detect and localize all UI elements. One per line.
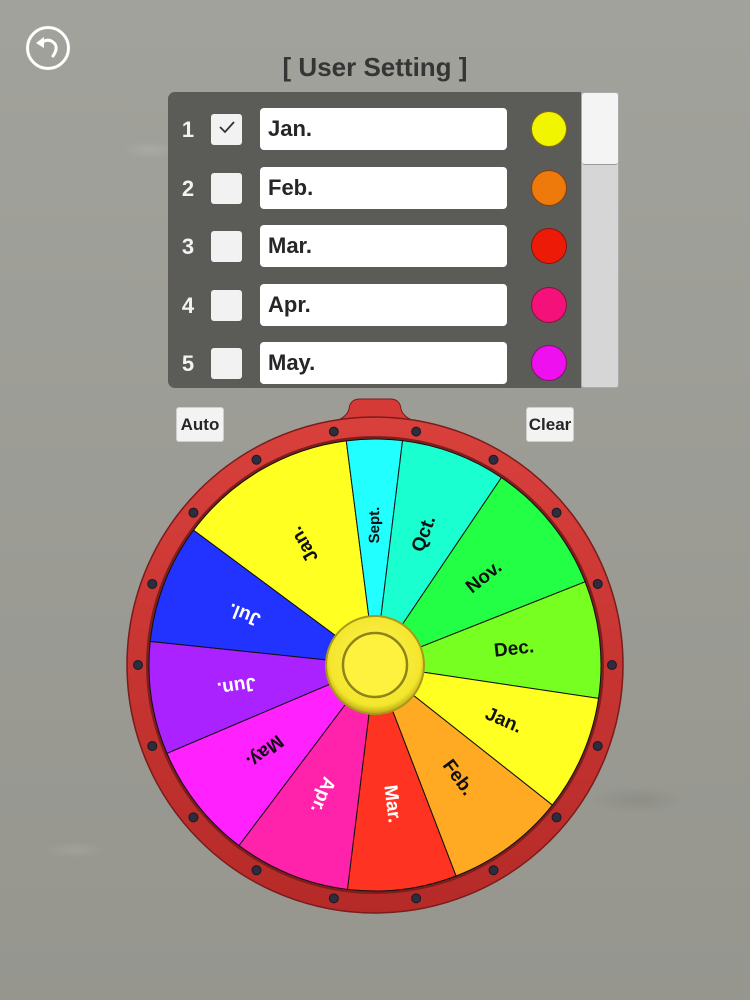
rim-rivet	[328, 426, 339, 437]
wheel-segment-label: Sept.	[366, 507, 383, 544]
rim-rivet	[411, 426, 422, 437]
rim-rivet	[188, 507, 199, 518]
rim-rivet	[251, 865, 262, 876]
rim-rivet	[607, 660, 617, 670]
rim-rivet	[411, 893, 422, 904]
wheel-hub-center[interactable]	[341, 631, 409, 699]
rim-rivet	[188, 812, 199, 823]
rim-rivet	[551, 812, 562, 823]
rim-rivet	[147, 578, 158, 589]
rim-rivet	[488, 865, 499, 876]
rim-rivet	[133, 660, 143, 670]
rim-rivet	[251, 454, 262, 465]
rim-rivet	[592, 578, 603, 589]
rim-rivet	[328, 893, 339, 904]
rim-rivet	[147, 741, 158, 752]
rim-rivet	[488, 454, 499, 465]
rim-rivet	[551, 507, 562, 518]
rim-rivet	[592, 741, 603, 752]
spin-wheel[interactable]: Jan. Sept. Qct.Nov.Dec.Jan.Feb.Mar.Apr.May…	[0, 0, 750, 1000]
